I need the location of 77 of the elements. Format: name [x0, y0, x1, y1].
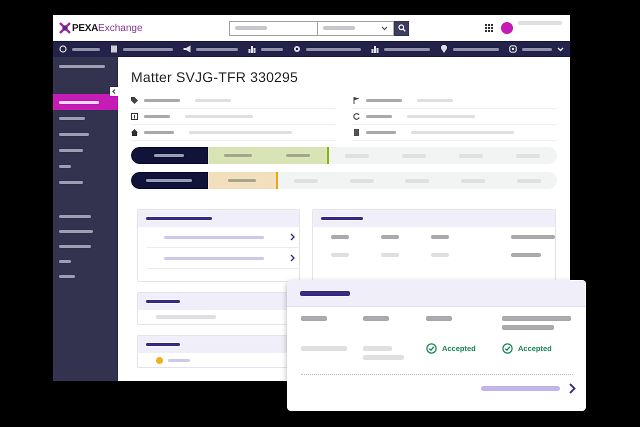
- placeholder-bar: [301, 316, 327, 321]
- placeholder-bar: [146, 343, 180, 346]
- placeholder-bar: [381, 235, 399, 239]
- placeholder-bar: [502, 316, 571, 321]
- brand-name: Exchange: [98, 22, 143, 34]
- nav-item[interactable]: [248, 45, 283, 53]
- caret-icon: [381, 26, 388, 30]
- placeholder-bar: [146, 217, 212, 220]
- id-icon: [131, 113, 138, 120]
- placeholder-bar: [366, 99, 402, 102]
- placeholder-bar: [59, 230, 93, 233]
- doc-icon: [110, 45, 118, 53]
- search-button[interactable]: [394, 20, 409, 36]
- placeholder-bar: [511, 235, 555, 239]
- user-icon: [509, 45, 517, 53]
- check-circle-icon: [426, 343, 437, 354]
- logo-icon: [59, 22, 71, 34]
- nav-item[interactable]: [183, 45, 238, 53]
- placeholder-bar: [511, 253, 541, 257]
- placeholder-bar: [431, 235, 449, 239]
- gear-icon: [293, 45, 301, 53]
- nav-item[interactable]: [59, 45, 100, 53]
- nav-item[interactable]: [293, 45, 361, 53]
- placeholder-bar: [168, 358, 190, 362]
- placeholder-bar: [154, 154, 184, 157]
- nav-item[interactable]: [110, 45, 173, 53]
- placeholder-bar: [300, 290, 350, 296]
- refresh-icon: [352, 113, 360, 120]
- placeholder-bar: [59, 260, 71, 263]
- apps-grid-icon[interactable]: [485, 24, 493, 32]
- placeholder-bar: [502, 325, 554, 330]
- placeholder-bar: [59, 275, 75, 278]
- tag-icon: [131, 97, 138, 104]
- placeholder-bar: [144, 115, 170, 118]
- clock-icon: [59, 45, 67, 53]
- placeholder-bar: [59, 245, 91, 248]
- pin-icon: [440, 45, 448, 53]
- mega-icon: [183, 45, 191, 53]
- placeholder-bar: [426, 316, 452, 321]
- placeholder-bar: [59, 215, 91, 218]
- search-icon: [398, 24, 406, 32]
- flag-icon: [352, 97, 360, 104]
- home-icon: [131, 129, 138, 136]
- placeholder-bar: [366, 131, 396, 134]
- nav-item[interactable]: [371, 45, 430, 53]
- check-circle-icon: [502, 343, 513, 354]
- chart-icon: [248, 45, 256, 53]
- page-title: Matter SVJG-TFR 330295: [131, 69, 300, 85]
- placeholder-bar: [331, 235, 349, 239]
- sidebar-item[interactable]: [53, 94, 118, 110]
- placeholder-bar: [363, 355, 404, 360]
- placeholder-bar: [144, 99, 180, 102]
- nav-item[interactable]: [509, 45, 564, 53]
- placeholder-bar: [146, 300, 180, 303]
- placeholder-bar: [146, 179, 192, 182]
- search-field[interactable]: [229, 20, 317, 36]
- chevron-right-icon: [290, 254, 295, 262]
- chart-icon: [371, 45, 379, 53]
- placeholder-bar: [366, 115, 392, 118]
- placeholder-bar: [59, 65, 105, 68]
- chevron-left-icon: [112, 89, 116, 94]
- placeholder-bar: [321, 217, 363, 220]
- chevron-right-icon[interactable]: [569, 383, 576, 394]
- avatar[interactable]: [501, 22, 513, 34]
- placeholder-bar: [224, 154, 252, 157]
- placeholder-bar: [363, 316, 389, 321]
- placeholder-bar: [286, 154, 310, 157]
- warning-dot-icon: [156, 356, 163, 364]
- placeholder-bar: [301, 346, 347, 351]
- chevron-right-icon: [290, 233, 295, 241]
- placeholder-bar: [363, 346, 392, 351]
- brand-mark: PEXA: [72, 22, 98, 34]
- nav-item[interactable]: [440, 45, 499, 53]
- placeholder-bar: [228, 179, 256, 182]
- placeholder-bar: [144, 131, 174, 134]
- collapse-button[interactable]: [110, 87, 118, 96]
- caret-icon: [557, 46, 564, 52]
